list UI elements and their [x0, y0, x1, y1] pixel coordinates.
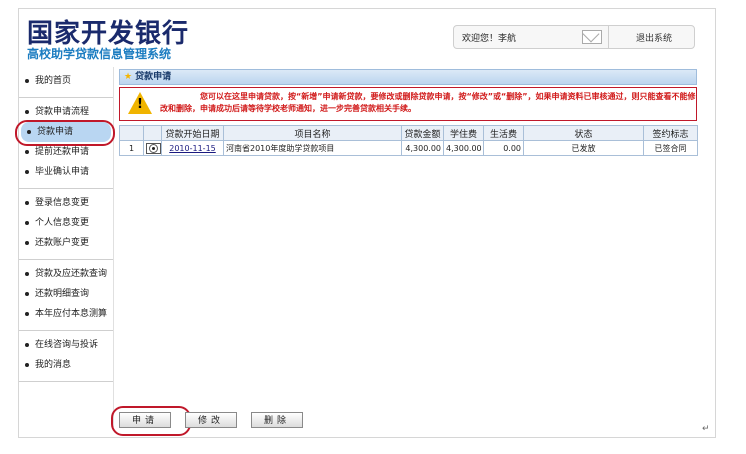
- sidebar-item-consult[interactable]: 在线咨询与投诉: [19, 335, 113, 355]
- warning-icon: !: [128, 92, 152, 114]
- row-start-date: 2010-11-15: [161, 140, 224, 156]
- row-select-cell: [143, 140, 162, 156]
- col-header-status: 状态: [523, 125, 644, 141]
- notice-box: ! 您可以在这里申请贷款，按“新增”申请新贷款，要修改或删除贷款申请，按“修改”…: [119, 87, 697, 121]
- row-project: 河南省2010年度助学贷款项目: [223, 140, 402, 156]
- welcome-text: 欢迎您！李航: [462, 34, 517, 44]
- nav-group-support: 在线咨询与投诉 我的消息: [19, 331, 113, 382]
- nav-group-query: 贷款及应还款查询 还款明细查询 本年应付本息测算: [19, 260, 113, 331]
- sidebar-item-loan-apply[interactable]: 贷款申请: [21, 122, 111, 142]
- row-status: 已发放: [523, 140, 644, 156]
- sidebar-item-repay-detail[interactable]: 还款明细查询: [19, 284, 113, 304]
- sidebar-item-login-info[interactable]: 登录信息变更: [19, 193, 113, 213]
- row-sign: 已签合同: [643, 140, 698, 156]
- userbar-divider: [608, 26, 609, 48]
- apply-button[interactable]: 申请: [119, 412, 171, 428]
- sidebar-item-home[interactable]: 我的首页: [19, 71, 113, 91]
- sidebar-item-loan-query[interactable]: 贷款及应还款查询: [19, 264, 113, 284]
- sidebar-item-personal-info[interactable]: 个人信息变更: [19, 213, 113, 233]
- main-frame: 国家开发银行 高校助学贷款信息管理系统 欢迎您！李航 退出系统 我的首页 贷款申…: [15, 8, 716, 438]
- loan-table: 贷款开始日期 项目名称 贷款金额 学住费 生活费 状态 签约标志 1 2010-…: [119, 125, 698, 156]
- sidebar-item-prepay[interactable]: 提前还款申请: [19, 142, 113, 162]
- sidebar-item-loan-process[interactable]: 贷款申请流程: [19, 102, 113, 122]
- col-header-living: 生活费: [483, 125, 524, 141]
- col-header-index: [119, 125, 144, 141]
- panel-title: 贷款申请: [135, 72, 172, 82]
- user-bar: 欢迎您！李航 退出系统: [453, 25, 695, 49]
- edit-button[interactable]: 修改: [185, 412, 237, 428]
- row-radio-box[interactable]: [146, 142, 161, 154]
- row-living: 0.00: [483, 140, 524, 156]
- col-header-select: [143, 125, 162, 141]
- sidebar-item-graduation[interactable]: 毕业确认申请: [19, 162, 113, 182]
- table-row[interactable]: 1 2010-11-15 河南省2010年度助学贷款项目 4,300.00 4,…: [119, 140, 698, 156]
- row-index: 1: [119, 140, 144, 156]
- star-icon: ★: [124, 72, 133, 82]
- sidebar: 我的首页 贷款申请流程 贷款申请 提前还款申请 毕业确认申请 登录信息变更 个人…: [15, 67, 115, 427]
- col-header-sign: 签约标志: [643, 125, 698, 141]
- notice-text: 您可以在这里申请贷款，按“新增”申请新贷款，要修改或删除贷款申请，按“修改”或“…: [160, 92, 696, 113]
- table-header-row: 贷款开始日期 项目名称 贷款金额 学住费 生活费 状态 签约标志: [119, 125, 698, 141]
- sidebar-item-wrapper: 贷款申请: [15, 120, 115, 146]
- sidebar-item-interest-calc[interactable]: 本年应付本息测算: [19, 304, 113, 324]
- col-header-start-date: 贷款开始日期: [161, 125, 224, 141]
- col-header-amount: 贷款金额: [401, 125, 444, 141]
- paragraph-return-icon: ↵: [702, 424, 710, 434]
- nav-group-loan: 贷款申请流程 贷款申请 提前还款申请 毕业确认申请: [15, 98, 115, 189]
- row-amount: 4,300.00: [401, 140, 444, 156]
- system-subtitle: 高校助学贷款信息管理系统: [27, 47, 172, 61]
- row-tuition: 4,300.00: [443, 140, 484, 156]
- logout-link[interactable]: 退出系统: [636, 31, 672, 44]
- start-date-link[interactable]: 2010-11-15: [169, 144, 216, 153]
- col-header-project: 项目名称: [223, 125, 402, 141]
- nav-group-info: 登录信息变更 个人信息变更 还款账户变更: [19, 189, 113, 260]
- col-header-tuition: 学住费: [443, 125, 484, 141]
- loan-apply-panel: ★ 贷款申请 ! 您可以在这里申请贷款，按“新增”申请新贷款，要修改或删除贷款申请…: [119, 69, 698, 156]
- nav-group-home: 我的首页: [19, 67, 113, 98]
- sidebar-item-account-change[interactable]: 还款账户变更: [19, 233, 113, 253]
- delete-button[interactable]: 删除: [251, 412, 303, 428]
- mail-icon[interactable]: [582, 30, 602, 44]
- sidebar-item-messages[interactable]: 我的消息: [19, 355, 113, 375]
- row-radio-icon[interactable]: [149, 143, 158, 153]
- panel-header: ★ 贷款申请: [119, 69, 697, 85]
